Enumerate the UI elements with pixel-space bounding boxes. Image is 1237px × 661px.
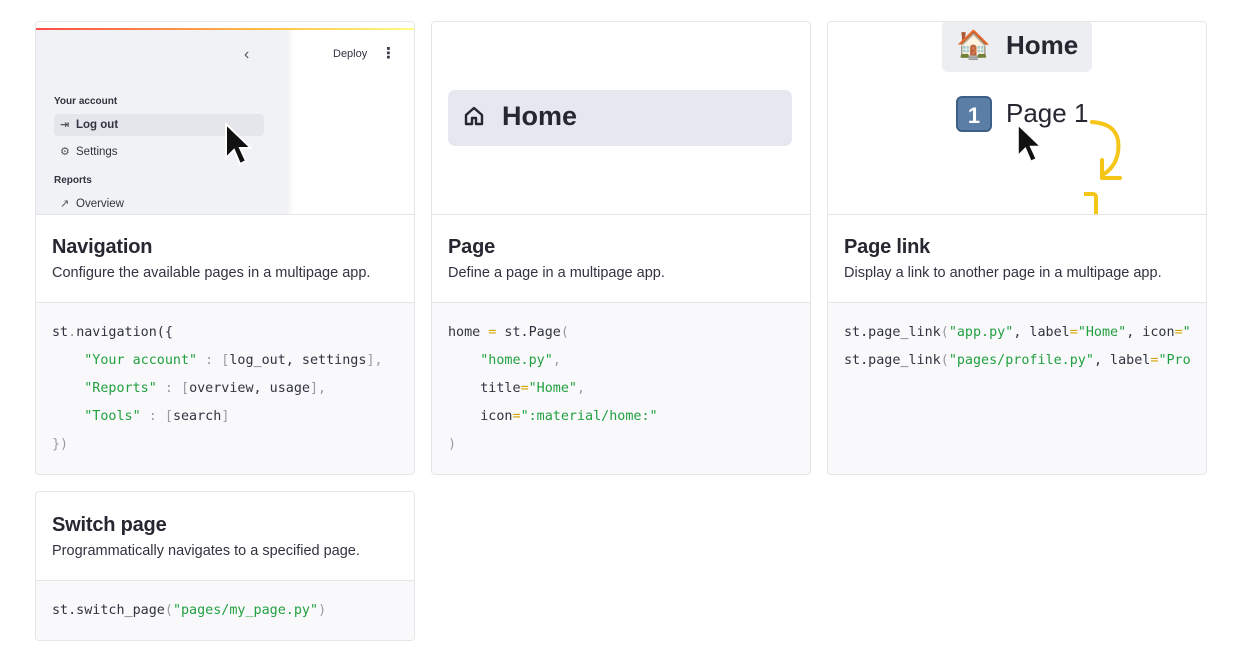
chevron-left-icon: ‹ [244, 46, 250, 63]
code-line: st.navigation({ [52, 325, 173, 340]
code-line: st.switch_page("pages/my_page.py") [52, 603, 327, 618]
page-link-home: 🏠 Home [942, 22, 1092, 72]
card-switch-page[interactable]: Switch page Programmatically navigates t… [35, 491, 415, 641]
navigation-preview: ‹ Deploy ⋮ Your account ⇥ Log out ⚙ Sett… [36, 22, 414, 215]
page-link-home-label: Home [1006, 30, 1079, 60]
page-link-preview: 🏠 Home 1 Page 1 [828, 22, 1206, 215]
nav-section-your-account: Your account [54, 96, 118, 107]
nav-section-reports: Reports [54, 175, 92, 186]
card-title: Navigation [52, 236, 153, 258]
code-line: st.page_link("pages/profile.py", label="… [844, 353, 1191, 368]
house-emoji-icon: 🏠 [956, 29, 991, 60]
curved-arrow-icon [1084, 120, 1122, 214]
nav-item-settings-label: Settings [76, 146, 118, 158]
home-page-button: Home [448, 90, 792, 146]
home-outline-icon [464, 106, 484, 126]
code-block: st.switch_page("pages/my_page.py") [36, 580, 414, 640]
card-page[interactable]: Home Page Define a page in a multipage a… [431, 21, 811, 475]
code-line: icon=":material/home:" [480, 409, 658, 424]
code-line: "Your account" : [log_out, settings], [84, 353, 383, 368]
card-description: Display a link to another page in a mult… [844, 265, 1162, 281]
logout-icon: ⇥ [60, 119, 70, 131]
code-line: "Reports" : [overview, usage], [84, 381, 327, 396]
nav-item-overview: ↗ Overview [54, 193, 264, 214]
code-line: "home.py", [480, 353, 561, 368]
cursor-icon [225, 122, 252, 166]
kebab-menu-icon: ⋮ [381, 45, 396, 62]
code-line: }) [52, 437, 69, 452]
nav-item-overview-label: Overview [76, 198, 124, 210]
code-block: st.page_link("app.py", label="Home", ico… [828, 302, 1206, 474]
card-description: Define a page in a multipage app. [448, 265, 665, 281]
code-block: home = st.Page( "home.py", title="Home",… [432, 302, 810, 474]
code-line: "Tools" : [search] [84, 409, 230, 424]
page-preview: Home [432, 22, 810, 215]
number-badge-icon: 1 [956, 96, 992, 132]
cursor-icon [1016, 122, 1042, 163]
card-title: Page link [844, 236, 931, 258]
card-navigation[interactable]: ‹ Deploy ⋮ Your account ⇥ Log out ⚙ Sett… [35, 21, 415, 475]
chart-line-icon: ↗ [60, 198, 70, 210]
card-description: Programmatically navigates to a specifie… [52, 543, 360, 559]
code-line: ) [448, 437, 457, 452]
code-block: st.navigation({ "Your account" : [log_ou… [36, 302, 414, 474]
card-description: Configure the available pages in a multi… [52, 265, 371, 281]
code-line: home = st.Page( [448, 325, 569, 340]
gear-icon: ⚙ [60, 146, 70, 158]
code-line: st.page_link("app.py", label="Home", ico… [844, 325, 1191, 340]
card-title: Switch page [52, 514, 167, 536]
nav-item-logout-label: Log out [76, 119, 119, 131]
home-label: Home [502, 101, 578, 131]
sidebar-shadow [286, 30, 294, 214]
card-title: Page [448, 236, 496, 258]
card-page-link[interactable]: 🏠 Home 1 Page 1 Page link Display a link… [827, 21, 1207, 475]
deploy-label: Deploy [333, 48, 368, 60]
code-line: title="Home", [480, 381, 586, 396]
